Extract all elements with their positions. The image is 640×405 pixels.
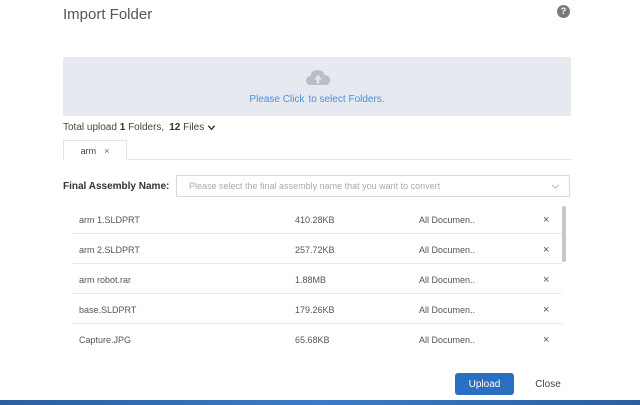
dropzone-text: Please Click to select Folders. bbox=[63, 94, 571, 105]
file-name: base.SLDPRT bbox=[79, 305, 137, 315]
file-name: arm 1.SLDPRT bbox=[79, 215, 140, 225]
file-size: 1.88MB bbox=[295, 275, 327, 285]
cloud-upload-icon bbox=[306, 70, 330, 85]
folder-tabs: arm × bbox=[63, 140, 571, 161]
remove-file-icon[interactable]: × bbox=[543, 244, 549, 256]
import-folder-dialog: Import Folder ? Please Click to select Fo… bbox=[0, 0, 640, 405]
file-type: All Documen.. bbox=[419, 275, 476, 285]
assembly-select-placeholder: Please select the final assembly name th… bbox=[189, 181, 441, 191]
file-name: Capture.JPG bbox=[79, 335, 132, 345]
file-name: arm robot.rar bbox=[79, 275, 132, 285]
table-row: base.SLDPRT 179.26KB All Documen.. × bbox=[72, 294, 562, 324]
file-name: arm 2.SLDPRT bbox=[79, 245, 140, 255]
dropzone-text-suffix: to select Folders. bbox=[308, 94, 385, 105]
tab-arm[interactable]: arm × bbox=[63, 140, 127, 161]
dialog-title: Import Folder bbox=[63, 6, 153, 23]
file-size: 179.26KB bbox=[295, 305, 335, 315]
help-icon[interactable]: ? bbox=[557, 5, 570, 18]
file-list: arm 1.SLDPRT 410.28KB All Documen.. × ar… bbox=[72, 204, 562, 347]
chevron-down-icon bbox=[551, 184, 560, 189]
file-list-scrollbar[interactable] bbox=[562, 206, 566, 262]
assembly-name-label: Final Assembly Name: bbox=[63, 181, 170, 192]
assembly-name-select[interactable]: Please select the final assembly name th… bbox=[176, 175, 570, 197]
table-row: arm robot.rar 1.88MB All Documen.. × bbox=[72, 264, 562, 294]
folder-count: 1 bbox=[119, 122, 126, 133]
file-size: 65.68KB bbox=[295, 335, 330, 345]
table-row: arm 1.SLDPRT 410.28KB All Documen.. × bbox=[72, 204, 562, 234]
file-type: All Documen.. bbox=[419, 305, 476, 315]
file-type: All Documen.. bbox=[419, 335, 476, 345]
folders-label: Folders, bbox=[128, 122, 165, 133]
table-row: Capture.JPG 65.68KB All Documen.. × bbox=[72, 324, 562, 347]
close-button[interactable]: Close bbox=[526, 373, 570, 395]
upload-summary: Total upload 1 Folders, 12 Files bbox=[63, 122, 216, 133]
folder-dropzone[interactable]: Please Click to select Folders. bbox=[63, 57, 571, 116]
files-label: Files bbox=[183, 122, 205, 133]
window-bottom-bar bbox=[0, 400, 640, 405]
remove-file-icon[interactable]: × bbox=[543, 334, 549, 346]
chevron-down-icon bbox=[208, 125, 216, 131]
dropzone-click-link[interactable]: Please Click bbox=[249, 94, 304, 105]
file-type: All Documen.. bbox=[419, 215, 476, 225]
remove-file-icon[interactable]: × bbox=[543, 304, 549, 316]
remove-file-icon[interactable]: × bbox=[543, 214, 549, 226]
summary-prefix: Total upload bbox=[63, 122, 117, 133]
file-count: 12 bbox=[169, 122, 181, 133]
file-type: All Documen.. bbox=[419, 245, 476, 255]
file-size: 410.28KB bbox=[295, 215, 335, 225]
table-row: arm 2.SLDPRT 257.72KB All Documen.. × bbox=[72, 234, 562, 264]
upload-button[interactable]: Upload bbox=[455, 373, 514, 395]
close-icon[interactable]: × bbox=[104, 146, 109, 156]
tab-label: arm bbox=[80, 145, 97, 156]
file-size: 257.72KB bbox=[295, 245, 335, 255]
files-toggle[interactable]: 12 Files bbox=[169, 122, 216, 133]
remove-file-icon[interactable]: × bbox=[543, 274, 549, 286]
